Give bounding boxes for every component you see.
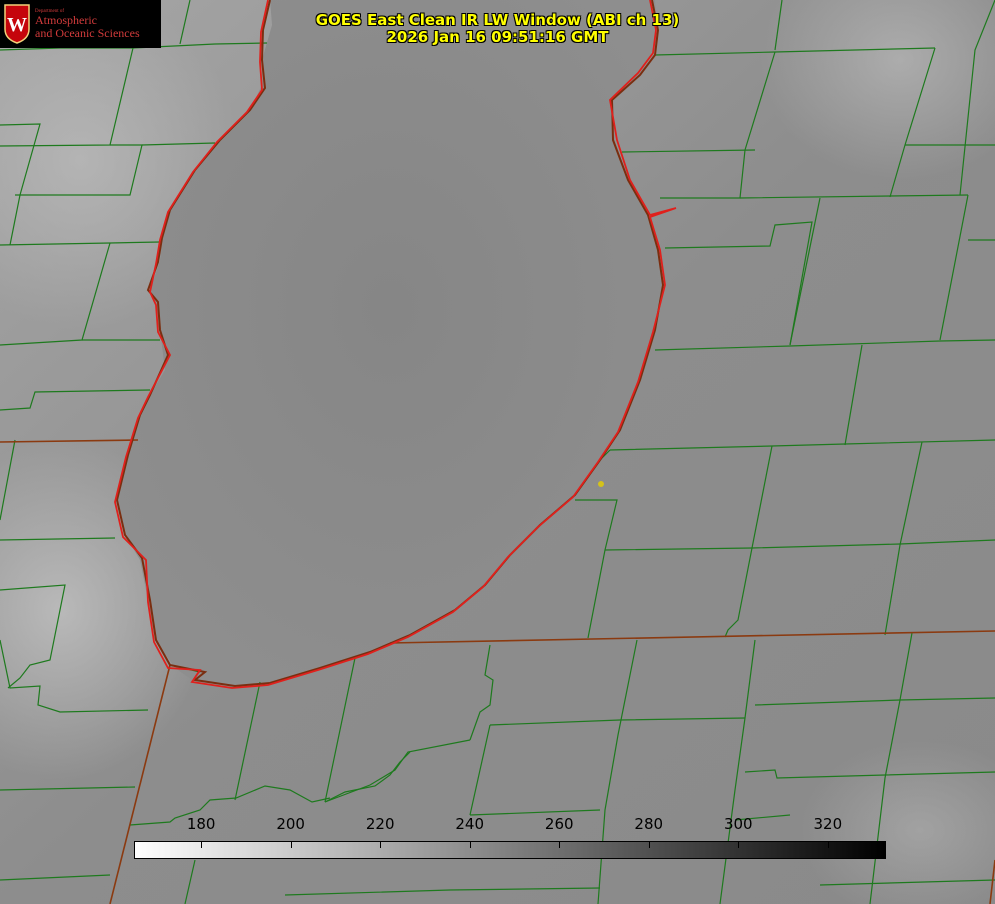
colorbar-tick-mark [469,842,471,848]
image-title: GOES East Clean IR LW Window (ABI ch 13)… [260,12,735,46]
colorbar-tick-mark [648,842,650,848]
colorbar-tick-label: 240 [455,815,485,833]
colorbar-tick-mark [559,842,561,848]
colorbar-tick-mark [290,842,292,848]
title-product: GOES East Clean IR LW Window (ABI ch 13) [315,11,680,29]
colorbar-tick-label: 200 [276,815,305,833]
uw-crest-icon: W [4,4,30,44]
logo-org-line2: and Oceanic Sciences [35,26,140,40]
colorbar-tick-mark [380,842,382,848]
title-timestamp: 2026 Jan 16 09:51:16 GMT [386,28,609,46]
colorbar-tick-label: 280 [634,815,664,833]
uw-aos-logo: W Department of Atmospheric and Oceanic … [0,0,161,48]
colorbar-tick-label: 260 [544,815,574,833]
colorbar-tick-label: 180 [186,815,216,833]
satellite-image-viewer: W Department of Atmospheric and Oceanic … [0,0,995,904]
colorbar-tick-mark [738,842,740,848]
colorbar-tick-label: 300 [723,815,753,833]
point-marker [598,481,604,487]
satellite-map [0,0,995,904]
colorbar-tick-label: 320 [813,815,843,833]
colorbar-tick-labels: 180 200 220 240 260 280 300 320 [0,815,995,835]
svg-text:W: W [7,14,27,36]
colorbar [134,841,886,859]
colorbar-tick-label: 220 [365,815,395,833]
colorbar-tick-mark [201,842,203,848]
colorbar-tick-mark [827,842,829,848]
